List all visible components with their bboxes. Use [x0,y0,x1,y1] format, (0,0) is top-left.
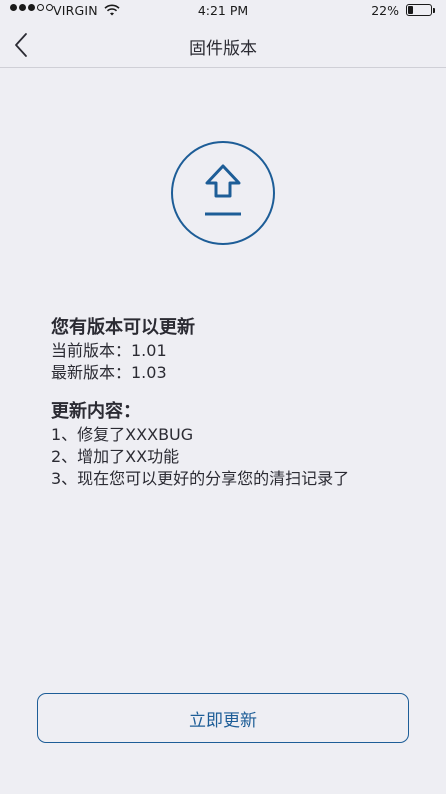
battery-percent: 22% [371,3,399,18]
navigation-bar: 固件版本 [0,22,446,68]
changelog-item: 3、现在您可以更好的分享您的清扫记录了 [51,469,350,488]
firmware-info: 您有版本可以更新 当前版本：1.01 最新版本：1.03 更新内容： 1、修复了… [51,316,431,490]
current-version: 当前版本：1.01 [51,341,167,360]
battery-tip [433,8,435,13]
status-bar: VIRGIN 4:21 PM 22% [0,0,446,22]
upload-icon-badge [171,141,275,245]
upload-icon [205,164,241,216]
latest-version: 最新版本：1.03 [51,363,167,382]
changelog-item: 2、增加了XX功能 [51,447,180,466]
battery-icon [406,4,435,16]
changelog-item: 1、修复了XXXBUG [51,425,194,444]
battery-fill [408,6,413,14]
page-title: 固件版本 [189,39,257,59]
update-available-heading: 您有版本可以更新 [51,317,195,338]
update-now-button[interactable]: 立即更新 [37,693,409,743]
changelog-heading: 更新内容： [51,401,141,422]
